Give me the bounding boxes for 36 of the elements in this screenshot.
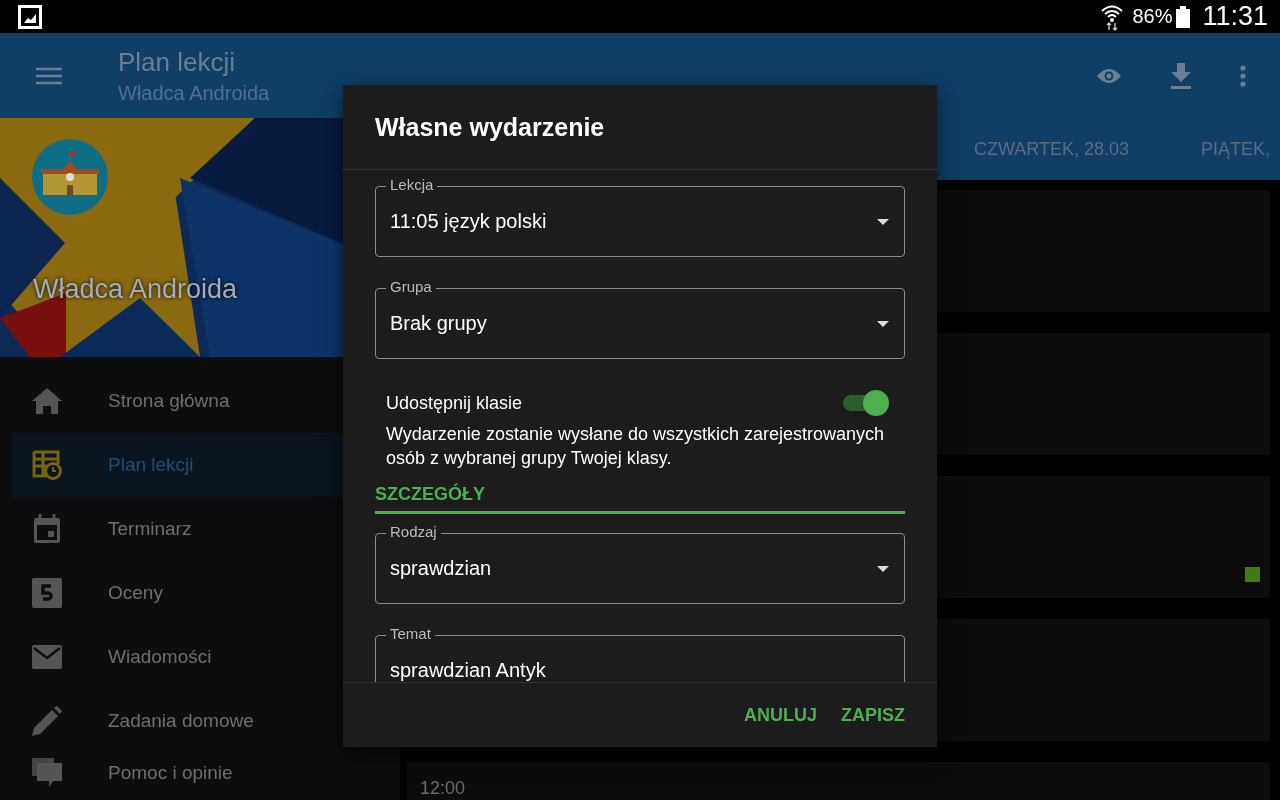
toggle-switch[interactable] xyxy=(841,390,889,416)
app-title: Plan lekcji xyxy=(118,46,237,78)
download-icon[interactable] xyxy=(1170,62,1192,89)
dropdown-field[interactable]: Rodzaj sprawdzian xyxy=(375,523,905,604)
grade-icon xyxy=(32,578,62,608)
more-icon[interactable] xyxy=(1240,64,1246,87)
drawer-item[interactable]: Pomoc i opinie xyxy=(12,753,400,793)
dialog-title: Własne wydarzenie xyxy=(343,85,937,170)
clock: 11:31 xyxy=(1202,1,1268,32)
dropdown-arrow-icon xyxy=(877,320,889,327)
dialog-button[interactable]: ANULUJ xyxy=(735,698,825,732)
chat-icon xyxy=(32,758,62,788)
drawer-item[interactable]: Zadania domowe xyxy=(12,689,400,753)
dropdown-field[interactable]: Lekcja 11:05 język polski xyxy=(375,176,905,257)
event-marker xyxy=(1245,567,1260,582)
menu-icon[interactable] xyxy=(36,66,62,85)
battery-percent: 86% xyxy=(1132,5,1173,28)
dropdown-arrow-icon xyxy=(877,218,889,225)
timetable-icon xyxy=(32,450,62,480)
lesson-card[interactable]: 12:00 xyxy=(407,762,1270,800)
app-subtitle: Władca Androida xyxy=(118,81,270,105)
battery-icon xyxy=(1176,5,1191,28)
calendar-icon xyxy=(32,514,62,544)
section-heading: SZCZEGÓŁY xyxy=(375,484,905,514)
dropdown-arrow-icon xyxy=(877,565,889,572)
mail-icon xyxy=(32,642,62,672)
dropdown-field[interactable]: Grupa Brak grupy xyxy=(375,278,905,359)
home-icon xyxy=(32,386,62,416)
eye-icon[interactable] xyxy=(1096,66,1122,85)
gallery-icon xyxy=(18,4,42,29)
pen-icon xyxy=(32,706,62,736)
share-label: Udostępnij klasie xyxy=(386,392,523,414)
dialog-button[interactable]: ZAPISZ xyxy=(833,698,913,732)
day-tab[interactable]: PIĄTEK, xyxy=(1201,138,1271,160)
day-tab[interactable]: CZWARTEK, 28.03 xyxy=(974,138,1130,160)
school-avatar-icon xyxy=(32,139,108,215)
